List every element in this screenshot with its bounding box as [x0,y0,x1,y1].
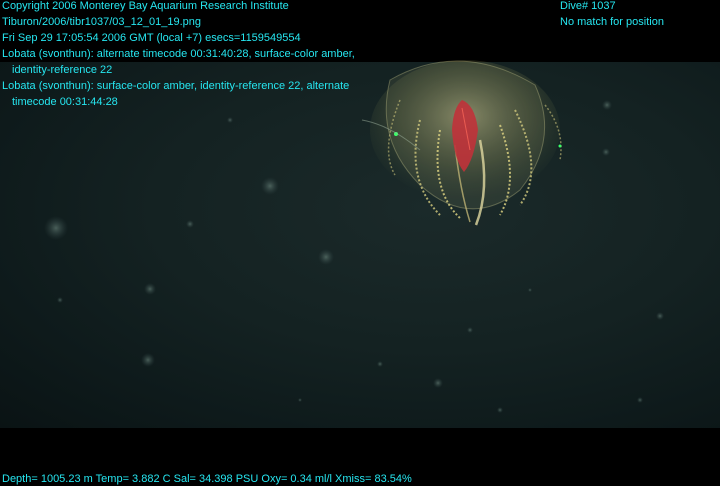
annotation-line: Lobata (svonthun): alternate timecode 00… [2,48,355,60]
video-frame: Copyright 2006 Monterey Bay Aquarium Res… [0,0,720,486]
marine-snow [44,100,664,413]
dive-info: Dive# 1037 No match for position [560,0,664,30]
timestamp-line: Fri Sep 29 17:05:54 2006 GMT (local +7) … [2,32,301,44]
filename-line: Tiburon/2006/tibr1037/03_12_01_19.png [2,16,201,28]
ctenophore [361,60,562,226]
dive-number: Dive# 1037 [560,0,616,12]
header-info: Copyright 2006 Monterey Bay Aquarium Res… [2,0,355,110]
annotation-line: Lobata (svonthun): surface-color amber, … [2,80,350,92]
position-status: No match for position [560,16,664,28]
copyright-line: Copyright 2006 Monterey Bay Aquarium Res… [2,0,289,12]
annotation-line: timecode 00:31:44:28 [12,96,118,108]
telemetry-readout: Depth= 1005.23 m Temp= 3.882 C Sal= 34.3… [2,473,412,485]
annotation-line: identity-reference 22 [12,64,113,76]
